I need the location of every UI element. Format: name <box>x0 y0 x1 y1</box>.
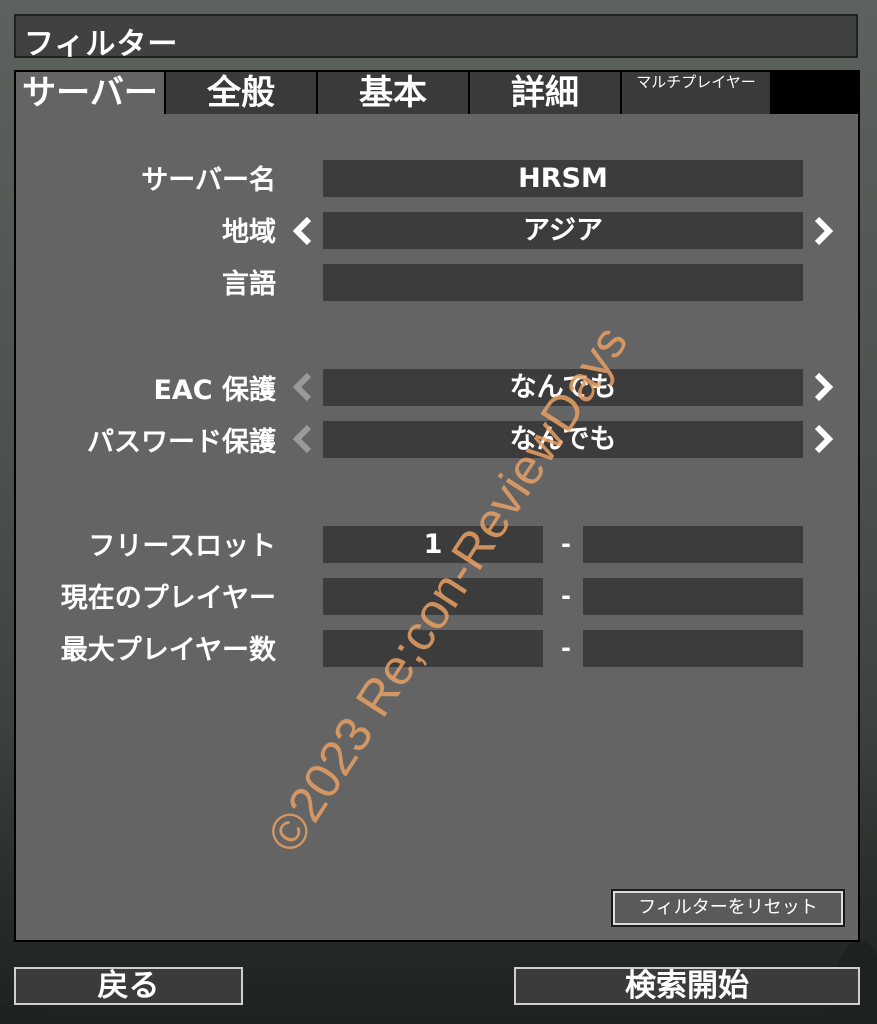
max-players-min-field[interactable] <box>323 630 543 667</box>
back-button[interactable]: 戻る <box>14 967 243 1005</box>
tab-label: サーバー <box>22 73 158 113</box>
tab-basic[interactable]: 基本 <box>318 72 470 114</box>
start-search-button[interactable]: 検索開始 <box>514 967 860 1005</box>
eac-selector[interactable]: なんでも <box>323 369 803 406</box>
region-selector[interactable]: アジア <box>323 212 803 249</box>
server-name-label: サーバー名 <box>141 165 276 196</box>
language-field[interactable] <box>323 264 803 301</box>
chevron-left-icon[interactable] <box>292 216 314 246</box>
tab-multiplayer[interactable]: マルチプレイヤー <box>622 72 772 114</box>
current-players-label: 現在のプレイヤー <box>60 583 276 614</box>
filter-panel: サーバー 全般 基本 詳細 マルチプレイヤー サーバー名 HRSM 地域 アジア… <box>14 70 860 942</box>
current-players-min-field[interactable] <box>323 578 543 615</box>
tab-label: マルチプレイヤー <box>636 73 756 91</box>
server-name-field[interactable]: HRSM <box>323 160 803 197</box>
chevron-right-icon[interactable] <box>812 216 834 246</box>
eac-label: EAC 保護 <box>153 375 276 406</box>
chevron-right-icon[interactable] <box>812 372 834 402</box>
reset-filter-button[interactable]: フィルターをリセット <box>611 889 845 927</box>
tab-content: サーバー名 HRSM 地域 アジア 言語 EAC 保護 なんでも パスワード保護… <box>16 114 858 940</box>
password-selector[interactable]: なんでも <box>323 421 803 458</box>
language-label: 言語 <box>222 269 276 300</box>
tab-advanced[interactable]: 詳細 <box>470 72 622 114</box>
tab-label: 全般 <box>207 73 275 113</box>
range-separator: - <box>561 582 571 610</box>
free-slots-min-field[interactable]: 1 <box>323 526 543 563</box>
current-players-max-field[interactable] <box>583 578 803 615</box>
password-label: パスワード保護 <box>87 427 276 458</box>
tab-general[interactable]: 全般 <box>166 72 318 114</box>
range-separator: - <box>561 634 571 662</box>
chevron-left-icon[interactable] <box>292 372 314 402</box>
range-separator: - <box>561 530 571 558</box>
max-players-label: 最大プレイヤー数 <box>60 635 276 666</box>
free-slots-label: フリースロット <box>88 531 276 562</box>
chevron-right-icon[interactable] <box>812 424 834 454</box>
tab-bar: サーバー 全般 基本 詳細 マルチプレイヤー <box>16 72 858 114</box>
window-title-bar: フィルター <box>14 14 858 62</box>
max-players-max-field[interactable] <box>583 630 803 667</box>
window-title: フィルター <box>24 27 179 62</box>
free-slots-max-field[interactable] <box>583 526 803 563</box>
region-label: 地域 <box>222 217 276 248</box>
tab-label: 基本 <box>359 73 427 113</box>
tab-label: 詳細 <box>511 73 579 113</box>
tab-server[interactable]: サーバー <box>16 72 166 114</box>
chevron-left-icon[interactable] <box>292 424 314 454</box>
